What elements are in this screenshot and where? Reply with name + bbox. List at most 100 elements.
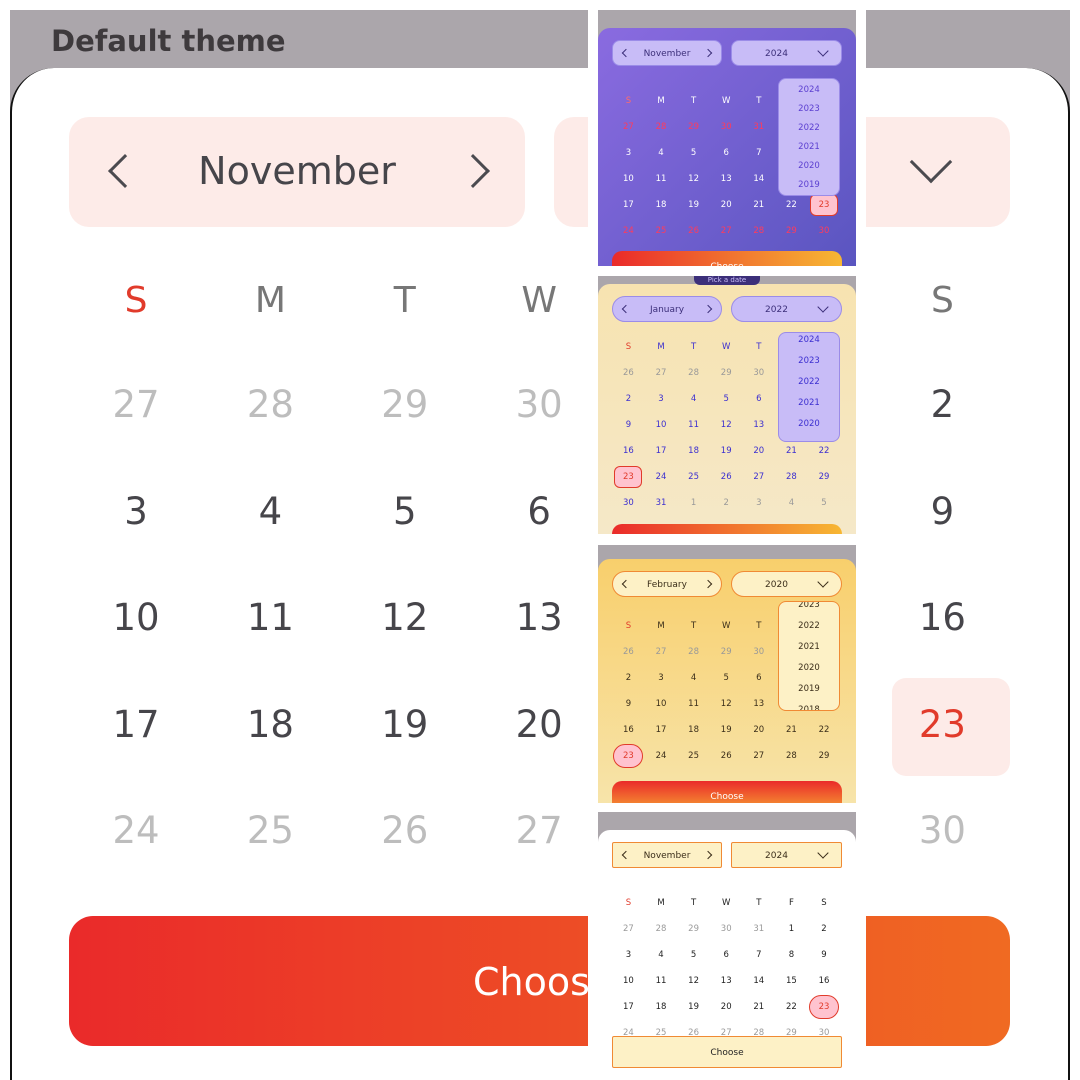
day-cell[interactable]: 30 xyxy=(742,639,775,665)
day-cell[interactable]: 28 xyxy=(742,218,775,244)
day-cell[interactable]: 11 xyxy=(645,166,678,192)
day-cell[interactable]: 9 xyxy=(612,412,645,438)
day-cell[interactable]: 10 xyxy=(645,691,678,717)
day-cell[interactable]: 4 xyxy=(203,459,337,565)
day-cell[interactable]: 16 xyxy=(875,565,1009,671)
day-cell[interactable]: 24 xyxy=(645,743,678,769)
day-cell[interactable]: 17 xyxy=(612,994,645,1020)
day-cell[interactable]: 4 xyxy=(775,490,808,516)
day-cell[interactable]: 10 xyxy=(612,968,645,994)
thumbnail-year-selector[interactable]: 2020 xyxy=(731,571,842,597)
day-cell[interactable]: 20 xyxy=(742,438,775,464)
day-cell[interactable]: 24 xyxy=(69,778,203,884)
day-cell[interactable]: 14 xyxy=(742,166,775,192)
day-cell[interactable]: 9 xyxy=(612,691,645,717)
day-cell[interactable]: 28 xyxy=(677,360,710,386)
day-cell[interactable]: 31 xyxy=(742,114,775,140)
day-cell[interactable]: 26 xyxy=(710,743,743,769)
day-cell[interactable]: 27 xyxy=(69,352,203,458)
year-option[interactable]: 2022 xyxy=(779,621,839,631)
theme-thumbnail-amber[interactable]: February2020SMTWTFS262728293031123456789… xyxy=(598,545,856,803)
day-cell[interactable]: 20 xyxy=(742,717,775,743)
day-cell[interactable]: 6 xyxy=(742,386,775,412)
day-cell[interactable]: 30 xyxy=(472,352,606,458)
day-cell[interactable]: 18 xyxy=(645,192,678,218)
choose-button[interactable]: Choose xyxy=(69,916,1010,1046)
day-cell[interactable]: 27 xyxy=(645,639,678,665)
year-option[interactable]: 2021 xyxy=(779,398,839,408)
year-option[interactable]: 2024 xyxy=(779,335,839,345)
thumbnail-choose-button[interactable]: Choose xyxy=(612,524,842,534)
year-option[interactable]: 2022 xyxy=(779,123,839,133)
day-cell[interactable]: 17 xyxy=(645,717,678,743)
day-cell[interactable]: 16 xyxy=(808,968,841,994)
thumbnail-choose-button[interactable]: Choose xyxy=(612,1036,842,1068)
year-option[interactable]: 2019 xyxy=(779,180,839,190)
day-cell[interactable]: 2 xyxy=(808,916,841,942)
day-cell[interactable]: 25 xyxy=(203,778,337,884)
day-cell[interactable]: 21 xyxy=(742,192,775,218)
day-cell[interactable]: 13 xyxy=(472,565,606,671)
day-cell[interactable]: 3 xyxy=(612,140,645,166)
chevron-down-icon[interactable] xyxy=(909,140,953,184)
day-cell[interactable]: 26 xyxy=(612,639,645,665)
day-cell[interactable]: 16 xyxy=(612,717,645,743)
theme-thumbnail-purple[interactable]: November2024SMTWTFS272829303112345678910… xyxy=(598,10,856,266)
day-cell[interactable]: 12 xyxy=(677,968,710,994)
year-option[interactable]: 2020 xyxy=(779,161,839,171)
day-cell[interactable]: 21 xyxy=(775,717,808,743)
year-option[interactable]: 2023 xyxy=(779,356,839,366)
selected-day-cell[interactable]: 23 xyxy=(612,464,645,490)
year-option[interactable]: 2021 xyxy=(779,642,839,652)
day-cell[interactable]: 7 xyxy=(742,942,775,968)
year-option[interactable]: 2021 xyxy=(779,142,839,152)
day-cell[interactable]: 26 xyxy=(677,218,710,244)
selected-day-cell[interactable]: 23 xyxy=(875,672,1011,778)
day-cell[interactable]: 30 xyxy=(808,218,841,244)
day-cell[interactable]: 10 xyxy=(612,166,645,192)
day-cell[interactable]: 28 xyxy=(203,352,337,458)
day-cell[interactable]: 11 xyxy=(645,968,678,994)
day-cell[interactable]: 6 xyxy=(710,942,743,968)
day-cell[interactable]: 10 xyxy=(645,412,678,438)
day-cell[interactable]: 5 xyxy=(710,665,743,691)
day-cell[interactable]: 27 xyxy=(645,360,678,386)
day-cell[interactable]: 17 xyxy=(645,438,678,464)
year-option[interactable]: 2019 xyxy=(779,684,839,694)
day-cell[interactable]: 3 xyxy=(645,665,678,691)
day-cell[interactable]: 27 xyxy=(612,916,645,942)
day-cell[interactable]: 18 xyxy=(677,438,710,464)
day-cell[interactable]: 14 xyxy=(742,968,775,994)
day-cell[interactable]: 6 xyxy=(472,459,606,565)
day-cell[interactable]: 26 xyxy=(710,464,743,490)
day-cell[interactable]: 27 xyxy=(710,218,743,244)
day-cell[interactable]: 13 xyxy=(710,166,743,192)
day-cell[interactable]: 6 xyxy=(742,665,775,691)
day-cell[interactable]: 17 xyxy=(69,672,203,778)
year-option[interactable]: 2022 xyxy=(779,377,839,387)
day-cell[interactable]: 2 xyxy=(875,352,1009,458)
day-cell[interactable]: 27 xyxy=(742,743,775,769)
selected-day-cell[interactable]: 23 xyxy=(612,743,645,769)
day-cell[interactable]: 28 xyxy=(775,464,808,490)
day-cell[interactable]: 13 xyxy=(710,968,743,994)
day-cell[interactable]: 5 xyxy=(677,942,710,968)
thumbnail-year-selector[interactable]: 2024 xyxy=(731,40,842,66)
day-cell[interactable]: 24 xyxy=(612,218,645,244)
day-cell[interactable]: 31 xyxy=(645,490,678,516)
day-cell[interactable]: 13 xyxy=(742,691,775,717)
day-cell[interactable]: 19 xyxy=(677,192,710,218)
day-cell[interactable]: 12 xyxy=(677,166,710,192)
thumbnail-choose-button[interactable]: Choose xyxy=(612,251,842,266)
day-cell[interactable]: 15 xyxy=(775,968,808,994)
day-cell[interactable]: 19 xyxy=(710,438,743,464)
day-cell[interactable]: 17 xyxy=(612,192,645,218)
day-cell[interactable]: 29 xyxy=(677,916,710,942)
year-option[interactable]: 2023 xyxy=(779,602,839,610)
day-cell[interactable]: 3 xyxy=(742,490,775,516)
year-option[interactable]: 2023 xyxy=(779,104,839,114)
day-cell[interactable]: 1 xyxy=(677,490,710,516)
day-cell[interactable]: 16 xyxy=(612,438,645,464)
selected-day-cell[interactable]: 23 xyxy=(808,994,841,1020)
theme-thumbnail-cream[interactable]: Pick a dateJanuary2022SMTWTFS26272829303… xyxy=(598,276,856,534)
